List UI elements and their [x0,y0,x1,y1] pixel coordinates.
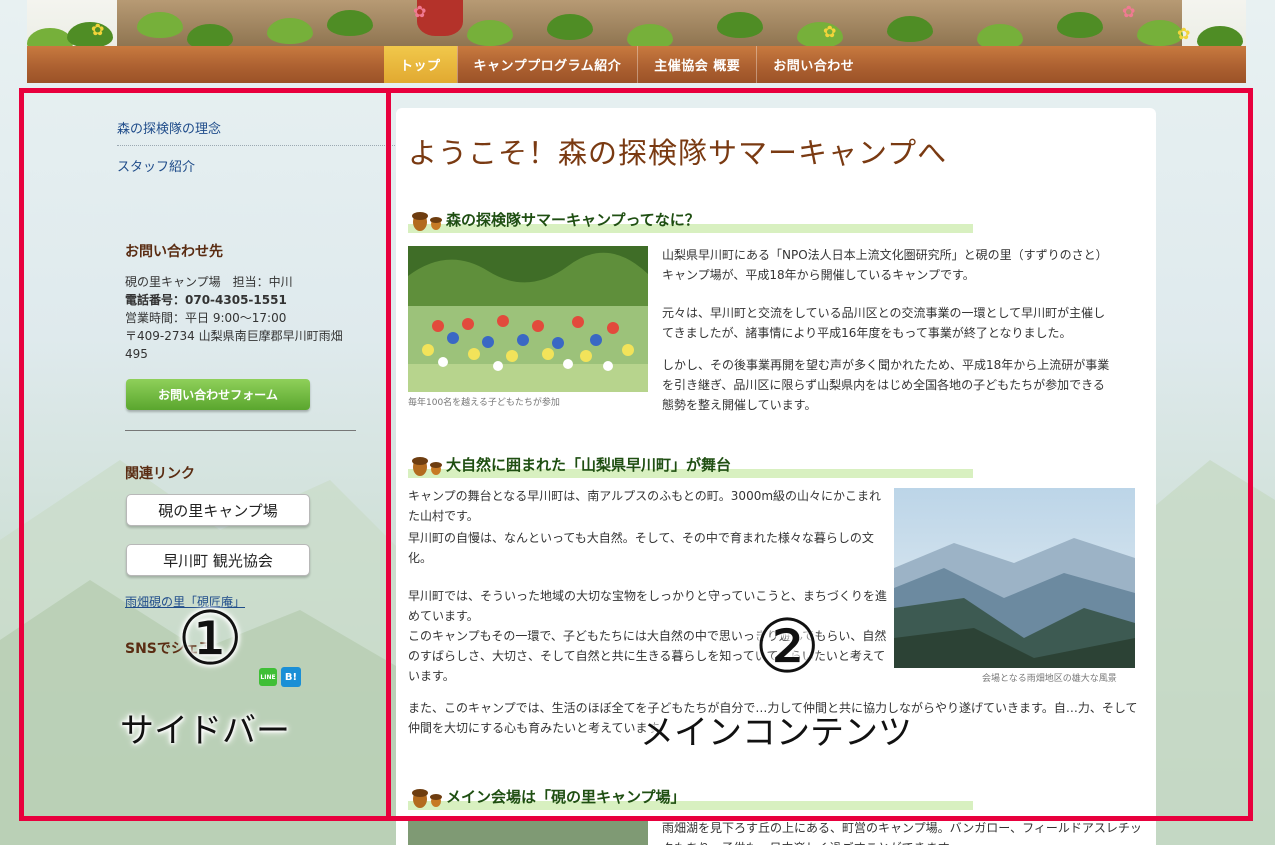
main-label-annotation: メインコンテンツ [640,713,912,753]
sidebar-label-annotation: サイドバー [120,711,290,751]
global-nav: トップ キャンププログラム紹介 主催協会 概要 お問い合わせ [27,46,1246,83]
leaf-decoration [1197,26,1243,46]
flower-icon: ✿ [823,22,837,41]
leaf-decoration [137,12,183,38]
flower-icon: ✿ [1122,2,1136,21]
leaf-decoration [1057,12,1103,38]
nav-item-top[interactable]: トップ [384,46,457,83]
annotation-divider [386,92,391,819]
leaf-decoration [887,16,933,42]
sidebar-number-annotation: ① [177,596,244,682]
section-paragraph: 雨畑湖を見下ろす丘の上にある、町営のキャンプ場。バンガロー、フィールドアスレチッ… [662,821,1142,845]
nav-item-contact[interactable]: お問い合わせ [756,46,870,83]
leaf-decoration [267,18,313,44]
nav-items: トップ キャンププログラム紹介 主催協会 概要 お問い合わせ [384,46,870,83]
header-banner: ✿ ✿ ✿ ✿ ✿ [27,0,1246,46]
main-number-annotation: ② [754,604,821,690]
leaf-decoration [467,20,513,46]
campsite-photo [408,820,648,845]
leaf-decoration [547,14,593,40]
nav-item-organizer[interactable]: 主催協会 概要 [637,46,756,83]
flower-icon: ✿ [91,20,105,39]
nav-item-camp-program[interactable]: キャンププログラム紹介 [456,46,638,83]
leaf-decoration [67,22,113,46]
flower-icon: ✿ [413,2,427,21]
flower-icon: ✿ [1177,24,1191,43]
leaf-decoration [717,12,763,38]
leaf-decoration [327,10,373,36]
